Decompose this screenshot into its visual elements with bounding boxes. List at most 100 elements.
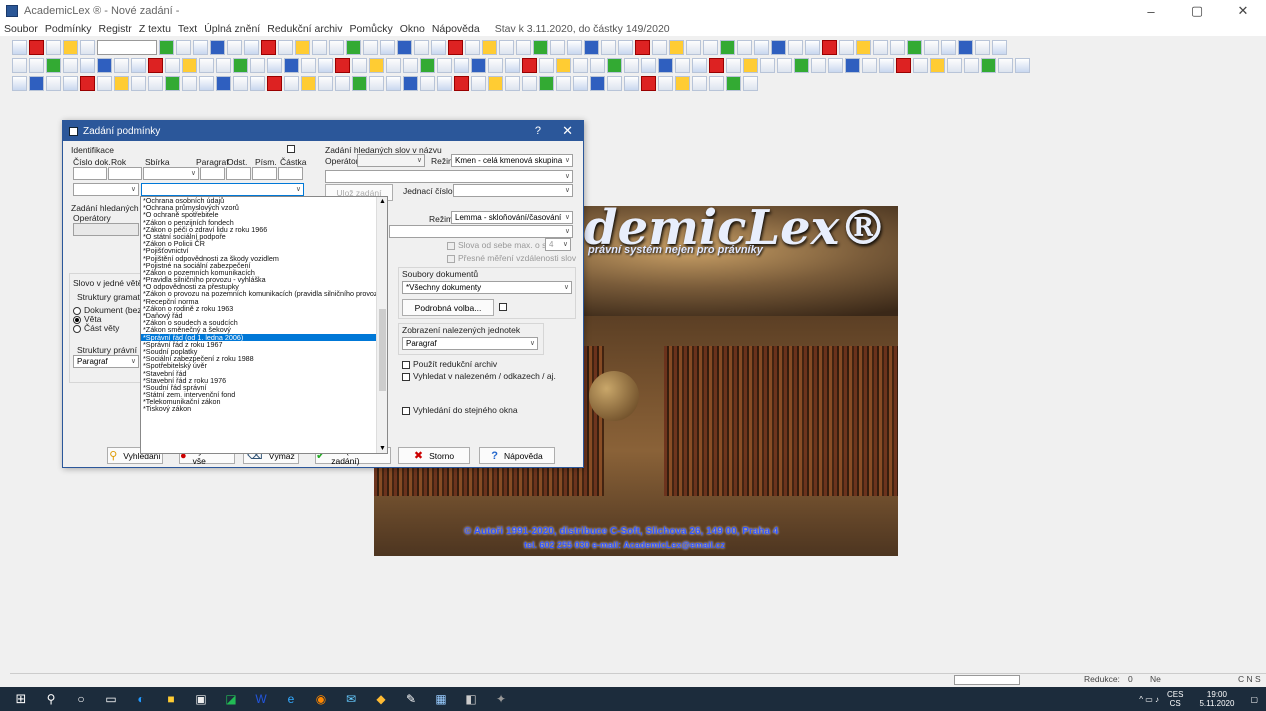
sbirka-select[interactable] [143,167,199,180]
toolbar-button-icon[interactable] [641,76,656,91]
toolbar-button-icon[interactable] [369,76,384,91]
toolbar-button-icon[interactable] [233,76,248,91]
toolbar-button-icon[interactable] [114,58,129,73]
menu-napoveda[interactable]: Nápověda [432,23,480,35]
nazev-input[interactable] [325,170,573,183]
toolbar-button-icon[interactable] [261,40,276,55]
toolbar-button-icon[interactable] [80,40,95,55]
toolbar-button-icon[interactable] [584,40,599,55]
toolbar-button-icon[interactable] [148,58,163,73]
toolbar-button-icon[interactable] [590,58,605,73]
toolbar-button-icon[interactable] [29,76,44,91]
toolbar-button-icon[interactable] [805,40,820,55]
toolbar-button-icon[interactable] [29,58,44,73]
ie-icon[interactable]: e [282,690,300,708]
windows-start-icon[interactable]: ⊞ [12,690,30,708]
toolbar-button-icon[interactable] [788,40,803,55]
toolbar-button-icon[interactable] [199,76,214,91]
toolbar-button-icon[interactable] [335,76,350,91]
toolbar-button-icon[interactable] [862,58,877,73]
toolbar-button-icon[interactable] [669,40,684,55]
toolbar-button-icon[interactable] [352,58,367,73]
toolbar-button-icon[interactable] [329,40,344,55]
toolbar-button-icon[interactable] [488,58,503,73]
presne-checkbox[interactable] [447,255,455,263]
toolbar-button-icon[interactable] [301,76,316,91]
toolbar-button-icon[interactable] [80,58,95,73]
toolbar-button-icon[interactable] [227,40,242,55]
operatory-select[interactable] [357,154,425,167]
menu-podminky[interactable]: Podmínky [45,23,92,35]
toolbar-button-icon[interactable] [873,40,888,55]
toolbar-button-icon[interactable] [726,58,741,73]
toolbar-button-icon[interactable] [63,76,78,91]
toolbar-button-icon[interactable] [465,40,480,55]
toolbar-button-icon[interactable] [46,76,61,91]
toolbar-button-icon[interactable] [431,40,446,55]
toolbar-button-icon[interactable] [522,76,537,91]
toolbar-button-icon[interactable] [981,58,996,73]
toolbar-button-icon[interactable] [635,40,650,55]
toolbar-button-icon[interactable] [675,76,690,91]
mail-icon[interactable]: ✉ [342,690,360,708]
toolbar-button-icon[interactable] [165,76,180,91]
toolbar-button-icon[interactable] [159,40,174,55]
toolbar-button-icon[interactable] [301,58,316,73]
minimize-button[interactable]: – [1128,0,1174,22]
podrobna-checkbox[interactable] [499,303,507,311]
save-app-icon[interactable]: ▦ [432,690,450,708]
toolbar-button-icon[interactable] [822,40,837,55]
toolbar-button-icon[interactable] [97,58,112,73]
toolbar-button-icon[interactable] [97,40,157,55]
tray-arrows-icon[interactable]: ^ ▭ ♪ [1139,695,1159,704]
toolbar-button-icon[interactable] [244,40,259,55]
toolbar-button-icon[interactable] [12,76,27,91]
soubory-select[interactable]: *Všechny dokumenty [402,281,572,294]
toolbar-button-icon[interactable] [505,58,520,73]
toolbar-button-icon[interactable] [924,40,939,55]
toolbar-button-icon[interactable] [975,40,990,55]
toolbar-button-icon[interactable] [414,40,429,55]
menu-pomucky[interactable]: Pomůcky [350,23,393,35]
toolbar-button-icon[interactable] [828,58,843,73]
toolbar-button-icon[interactable] [879,58,894,73]
slova-od-select[interactable]: 4 [545,238,571,251]
pouzit-checkbox[interactable] [402,361,410,369]
toolbar-button-icon[interactable] [658,58,673,73]
toolbar-button-icon[interactable] [267,58,282,73]
toolbar-button-icon[interactable] [448,40,463,55]
vyhledani-okno-checkbox[interactable] [402,407,410,415]
toolbar-button-icon[interactable] [199,58,214,73]
notifications-icon[interactable]: ▢ [1250,695,1258,704]
rezim2-select[interactable]: Lemma - skloňování/časování [451,211,573,224]
toolbar-button-icon[interactable] [318,76,333,91]
toolbar-button-icon[interactable] [318,58,333,73]
toolbar-button-icon[interactable] [471,58,486,73]
radio-veta[interactable] [73,316,81,324]
toolbar-button-icon[interactable] [437,58,452,73]
toolbar-button-icon[interactable] [284,58,299,73]
toolbar-button-icon[interactable] [380,40,395,55]
toolbar-button-icon[interactable] [692,58,707,73]
toolbar-button-icon[interactable] [397,40,412,55]
toolbar-button-icon[interactable] [437,76,452,91]
toolbar-button-icon[interactable] [505,76,520,91]
app-green-icon[interactable]: ◪ [222,690,240,708]
typ-select[interactable] [73,183,139,196]
toolbar-button-icon[interactable] [556,58,571,73]
toolbar-button-icon[interactable] [737,40,752,55]
chrome-icon[interactable]: ◉ [312,690,330,708]
toolbar-button-icon[interactable] [539,58,554,73]
toolbar-button-icon[interactable] [403,76,418,91]
vyhledat-v-checkbox[interactable] [402,373,410,381]
toolbar-button-icon[interactable] [420,76,435,91]
toolbar-button-icon[interactable] [182,58,197,73]
predpis-dropdown-list[interactable]: *Ochrana osobních údajů *Ochrana průmyslo… [140,196,388,454]
toolbar-button-icon[interactable] [607,58,622,73]
menu-uplna-zneni[interactable]: Úplná znění [204,23,260,35]
paragraf-struktura-select[interactable]: Paragraf [73,355,139,368]
toolbar-button-icon[interactable] [216,76,231,91]
cislo-dok-input[interactable] [73,167,107,180]
toolbar-button-icon[interactable] [624,76,639,91]
toolbar-button-icon[interactable] [516,40,531,55]
